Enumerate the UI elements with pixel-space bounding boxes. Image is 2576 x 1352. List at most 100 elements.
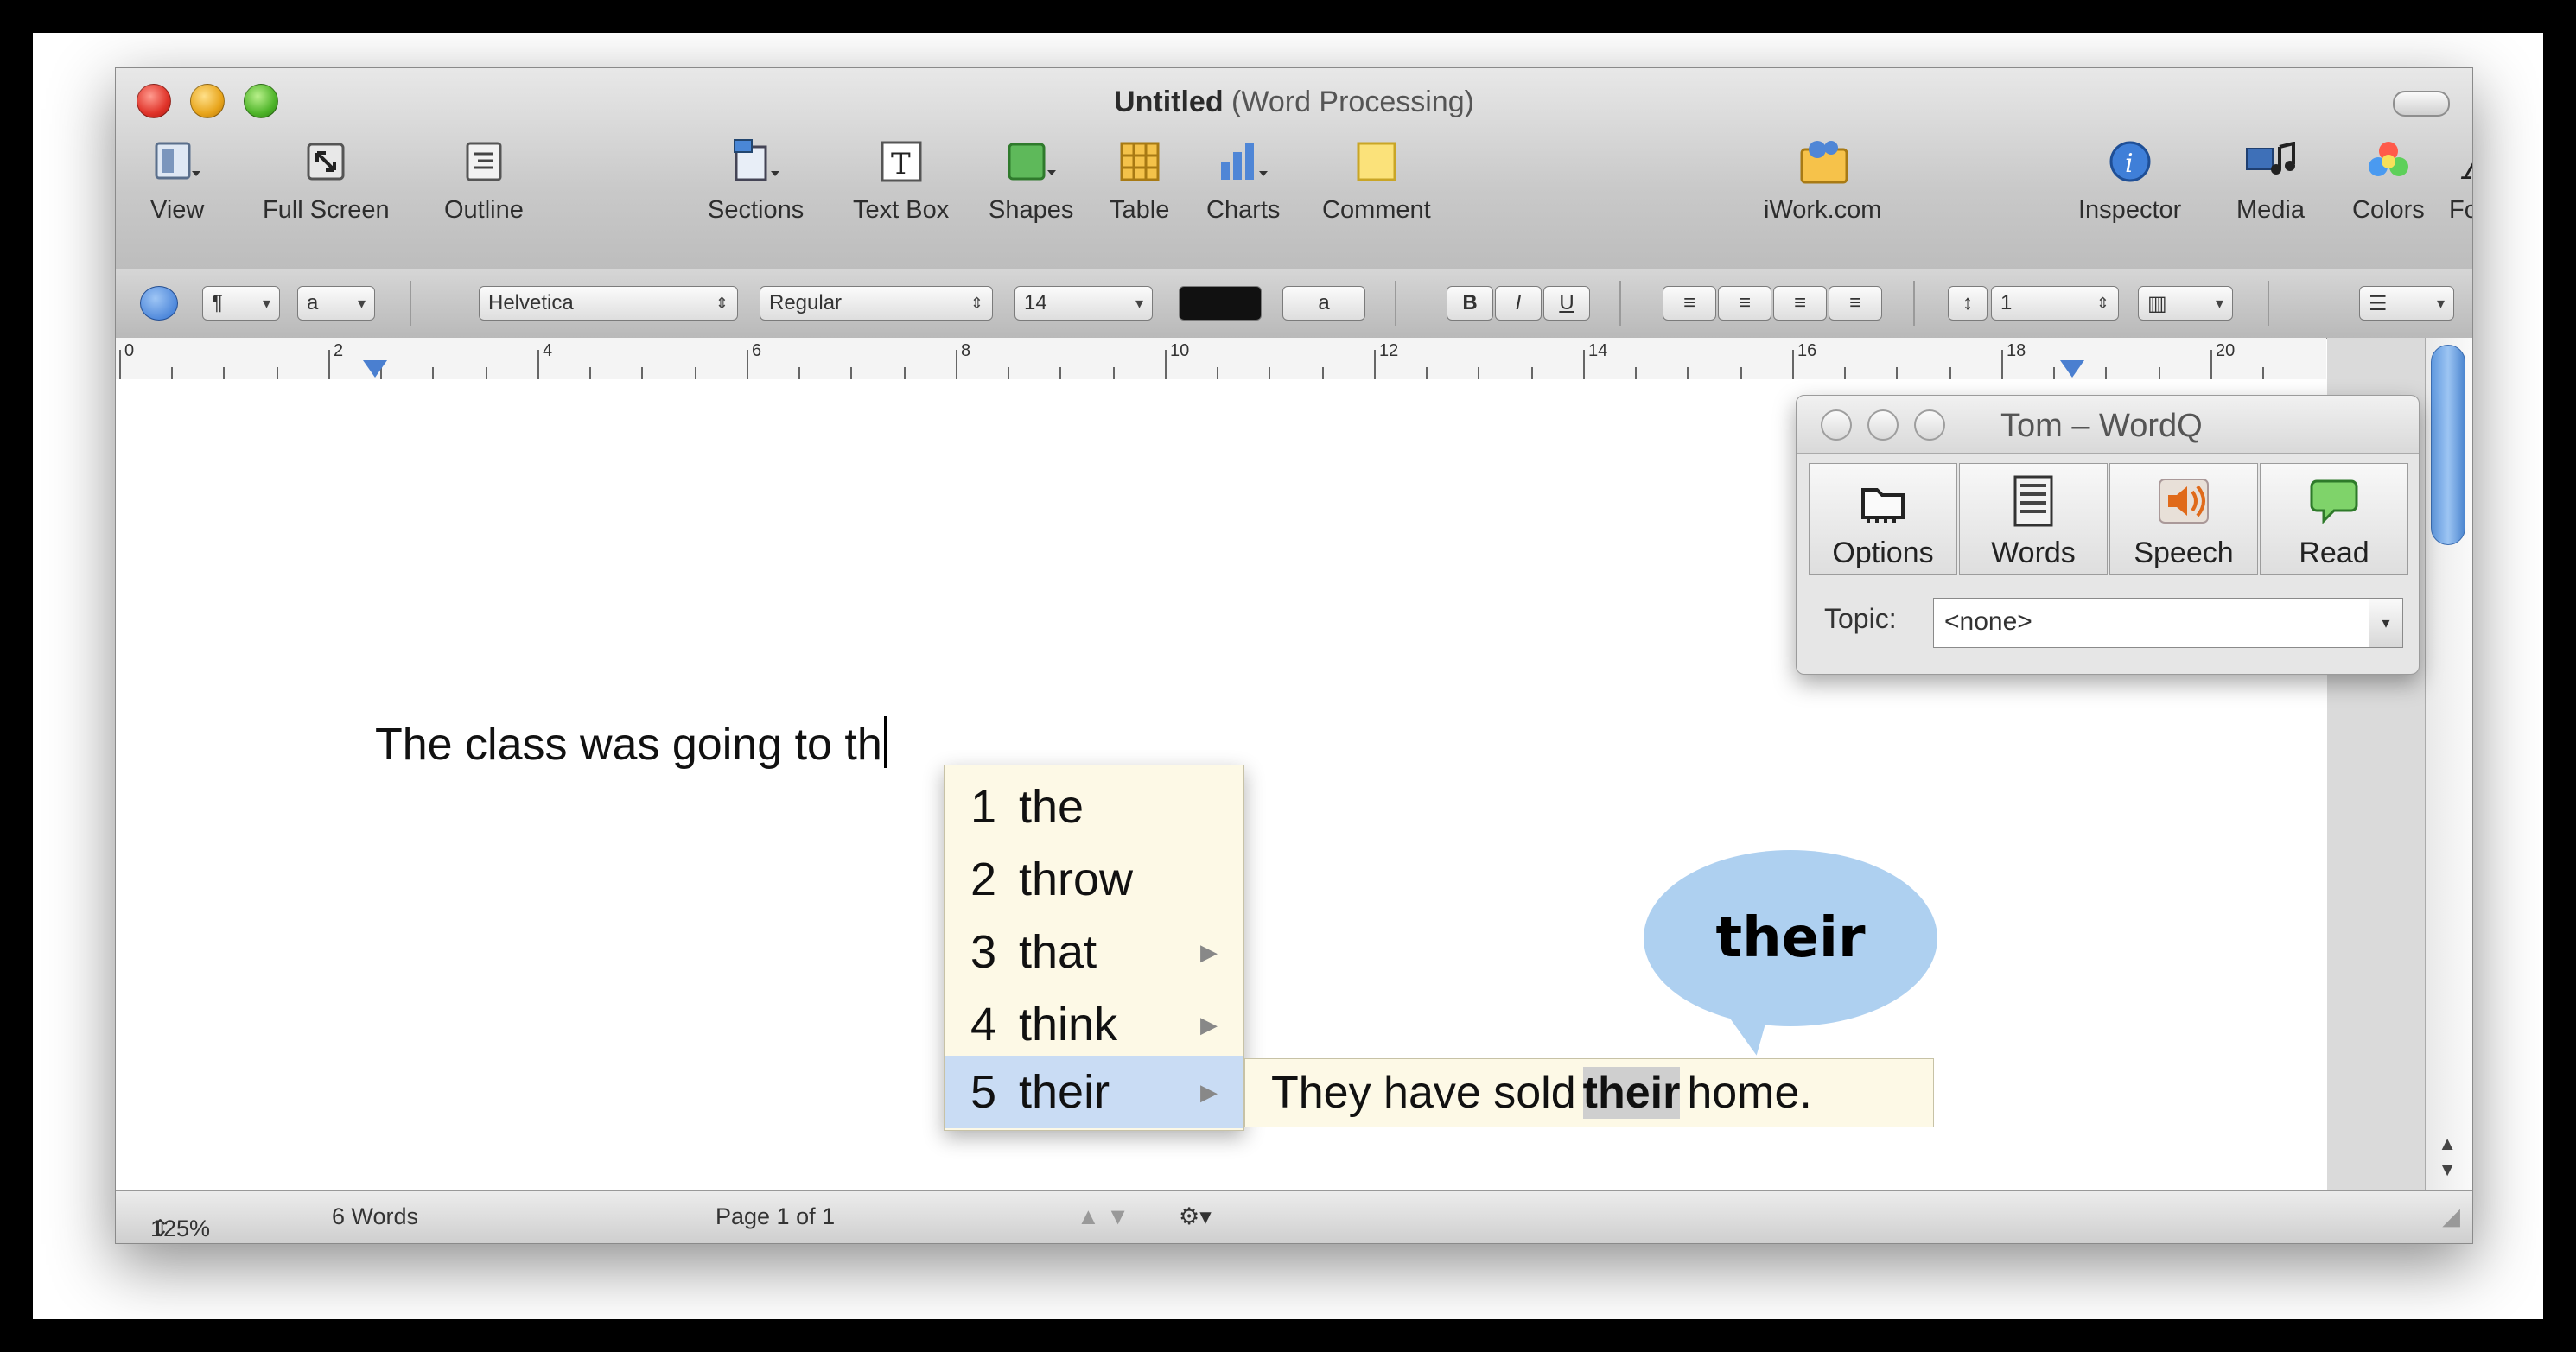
character-style-popup[interactable]: a ▾: [297, 286, 375, 321]
scroll-thumb[interactable]: [2431, 345, 2465, 545]
screenshot-background: Untitled (Word Processing) View Full Scr…: [0, 0, 2576, 1352]
shapes-icon: [1005, 136, 1057, 187]
toolbar-text-box-button[interactable]: T Text Box: [853, 136, 949, 225]
prediction-item[interactable]: 4 think ▶: [945, 988, 1243, 1061]
toolbar-table-button[interactable]: Table: [1110, 136, 1169, 225]
toolbar-full-screen-button[interactable]: Full Screen: [263, 136, 390, 225]
document-kind: (Word Processing): [1231, 86, 1474, 118]
window-title: Untitled (Word Processing): [116, 86, 2472, 119]
text-box-icon: T: [875, 136, 927, 187]
toolbar-iwork-button[interactable]: iWork.com: [1764, 136, 1881, 225]
wordq-close-button[interactable]: [1821, 409, 1852, 441]
chevron-down-icon: ▾: [2436, 294, 2445, 312]
resize-grip-icon[interactable]: ◢: [2442, 1203, 2460, 1230]
italic-button[interactable]: I: [1495, 286, 1542, 321]
prediction-item-selected[interactable]: 5 their ▶: [945, 1056, 1243, 1128]
styles-drawer-button[interactable]: [140, 286, 178, 321]
paragraph-style-popup[interactable]: ¶ ▾: [202, 286, 280, 321]
wordq-titlebar[interactable]: Tom – WordQ: [1797, 396, 2419, 454]
justify-button[interactable]: ≡: [1829, 286, 1882, 321]
words-list-icon: [2010, 471, 2057, 531]
prediction-item[interactable]: 2 throw: [945, 843, 1243, 916]
unified-titlebar-toolbar: Untitled (Word Processing) View Full Scr…: [116, 68, 2472, 270]
prediction-item[interactable]: 3 that ▶: [945, 916, 1243, 988]
justify-icon: ≡: [1848, 291, 1861, 314]
ruler-number: 12: [1379, 341, 1399, 360]
charts-icon: [1218, 136, 1269, 187]
ruler[interactable]: 0 2 4 6 8 10 12 14 16 18 20: [116, 338, 2326, 380]
chevron-down-icon: ▾: [2369, 599, 2402, 647]
ruler-number: 18: [2007, 341, 2026, 360]
toolbar-toggle-button[interactable]: [2393, 91, 2450, 117]
text-color-well[interactable]: [1179, 286, 1262, 321]
media-icon: [2245, 136, 2297, 187]
left-indent-marker[interactable]: [363, 360, 387, 378]
line-spacing-popup[interactable]: 1 ⇕: [1991, 286, 2119, 321]
scroll-down-arrow-icon[interactable]: ▼: [2438, 1158, 2457, 1181]
align-left-icon: ≡: [1682, 291, 1695, 314]
wordq-buttons: Options Words Speech Read: [1809, 463, 2410, 575]
align-left-button[interactable]: ≡: [1663, 286, 1716, 321]
scroll-up-arrow-icon[interactable]: ▲: [2438, 1133, 2457, 1155]
separator: [1913, 281, 1915, 326]
prediction-item[interactable]: 1 the: [945, 771, 1243, 843]
status-bar: 125% ⇕ 6 Words Page 1 of 1 ▲ ▼ ⚙▾ ◢: [116, 1190, 2472, 1243]
toolbar-colors-button[interactable]: Colors: [2352, 136, 2425, 225]
align-right-icon: ≡: [1793, 291, 1806, 314]
font-size-field[interactable]: 14 ▾: [1014, 286, 1153, 321]
highlight-color-well[interactable]: a: [1282, 286, 1365, 321]
chevron-down-icon: ▾: [2215, 294, 2223, 312]
wordq-topic-select[interactable]: <none> ▾: [1933, 598, 2403, 648]
svg-text:A: A: [2460, 137, 2473, 186]
toolbar-fonts-button[interactable]: A Fonts: [2449, 136, 2473, 225]
separator: [1619, 281, 1621, 326]
toolbar-inspector-button[interactable]: i Inspector: [2078, 136, 2181, 225]
submenu-arrow-icon: ▶: [1200, 1011, 1218, 1038]
wordq-speech-button[interactable]: Speech: [2109, 463, 2258, 575]
svg-text:i: i: [2125, 149, 2134, 179]
ruler-number: 4: [543, 341, 553, 360]
wordq-palette: Tom – WordQ Options Words Speech Read To…: [1796, 395, 2420, 675]
toolbar-sections-button[interactable]: Sections: [708, 136, 804, 225]
separator: [410, 281, 411, 326]
underline-button[interactable]: U: [1543, 286, 1590, 321]
view-icon: [151, 136, 203, 187]
format-bar: ¶ ▾ a ▾ Helvetica ⇕ Regular ⇕ 14 ▾ a B I U ≡ …: [116, 269, 2472, 339]
toolbar: View Full Screen Outline Sections T Text…: [116, 136, 2472, 248]
toolbar-shapes-button[interactable]: Shapes: [989, 136, 1073, 225]
right-indent-marker[interactable]: [2060, 360, 2084, 378]
wordq-options-button[interactable]: Options: [1809, 463, 1957, 575]
align-center-button[interactable]: ≡: [1718, 286, 1771, 321]
toolbar-comment-button[interactable]: Comment: [1322, 136, 1431, 225]
submenu-arrow-icon: ▶: [1200, 1078, 1218, 1105]
columns-popup[interactable]: ▥ ▾: [2138, 286, 2233, 321]
toolbar-charts-button[interactable]: Charts: [1206, 136, 1280, 225]
ruler-number: 2: [334, 341, 344, 360]
ruler-number: 20: [2216, 341, 2236, 360]
chevron-down-icon: ▾: [262, 294, 270, 312]
list-style-popup[interactable]: ☰ ▾: [2359, 286, 2454, 321]
updown-icon: ⇕: [2096, 294, 2109, 312]
toolbar-outline-button[interactable]: Outline: [444, 136, 524, 225]
wordq-zoom-button[interactable]: [1914, 409, 1945, 441]
wordq-read-button[interactable]: Read: [2260, 463, 2408, 575]
chevron-down-icon: ▾: [1135, 294, 1143, 312]
align-right-button[interactable]: ≡: [1773, 286, 1827, 321]
gear-icon[interactable]: ⚙▾: [1179, 1203, 1212, 1230]
align-center-icon: ≡: [1738, 291, 1751, 314]
submenu-arrow-icon: ▶: [1200, 938, 1218, 965]
bold-button[interactable]: B: [1447, 286, 1493, 321]
page-nav-arrows-icon[interactable]: ▲ ▼: [1077, 1203, 1129, 1230]
separator: [1395, 281, 1396, 326]
updown-icon: ⇕: [970, 294, 983, 312]
line-spacing-icon: ↕: [1948, 286, 1988, 321]
example-sentence: They have sold their home.: [1244, 1058, 1934, 1127]
font-family-popup[interactable]: Helvetica ⇕: [479, 286, 738, 321]
toolbar-view-button[interactable]: View: [150, 136, 204, 225]
wordq-words-button[interactable]: Words: [1959, 463, 2108, 575]
vertical-scrollbar[interactable]: ▲ ▼: [2425, 338, 2472, 1191]
document-body-text[interactable]: The class was going to th: [375, 716, 887, 771]
font-style-popup[interactable]: Regular ⇕: [760, 286, 993, 321]
toolbar-media-button[interactable]: Media: [2236, 136, 2305, 225]
wordq-minimize-button[interactable]: [1867, 409, 1899, 441]
